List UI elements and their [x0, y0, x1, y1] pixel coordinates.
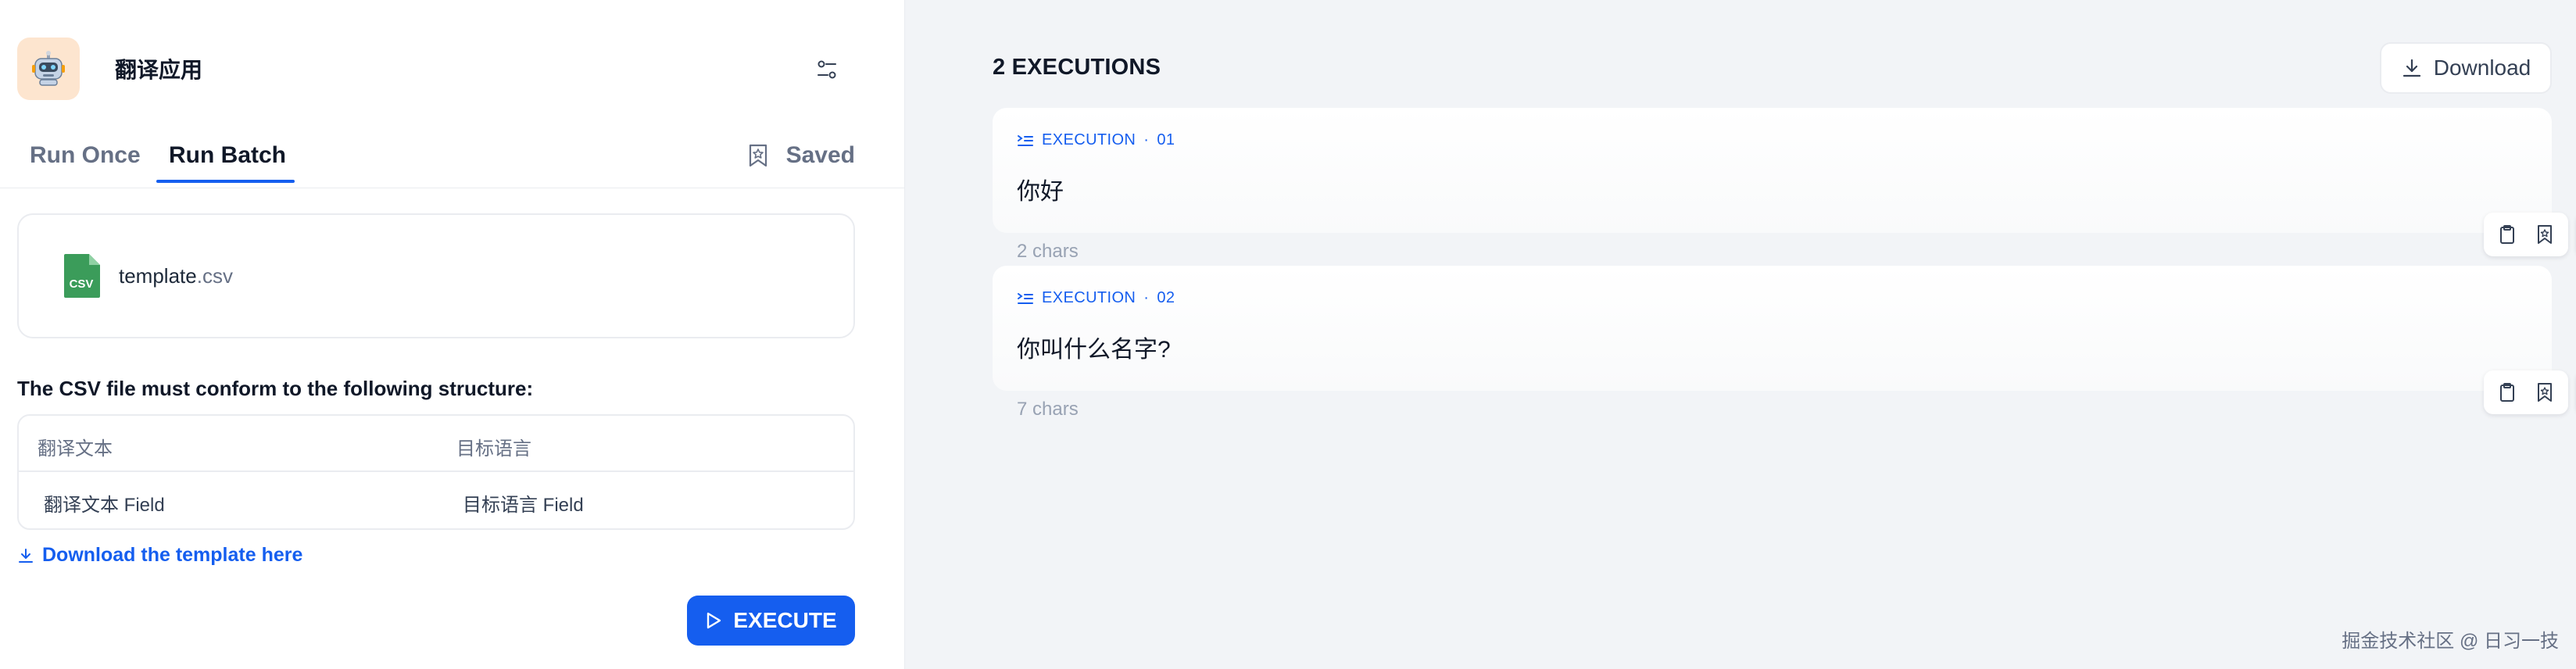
- execution-card: EXECUTION · 02 你叫什么名字?: [993, 266, 2552, 391]
- bookmark-star-icon: [749, 144, 767, 167]
- csv-structure-table: 翻译文本 目标语言 翻译文本 Field 目标语言 Field: [17, 414, 855, 530]
- file-base-name: template: [119, 263, 197, 288]
- execute-button[interactable]: EXECUTE: [687, 596, 855, 646]
- execution-label-text: EXECUTION: [1042, 289, 1136, 306]
- execution-separator: ·: [1143, 289, 1150, 306]
- left-panel: 翻译应用 Run Once Run Batch Saved CSV templa…: [0, 0, 905, 669]
- download-label: Download: [2433, 55, 2531, 80]
- execution-output: 你好: [1017, 179, 1064, 205]
- csv-file-icon: CSV: [64, 254, 100, 298]
- file-extension: .csv: [196, 263, 233, 288]
- text-align-icon: [1018, 134, 1033, 146]
- execution-label: EXECUTION · 01: [1017, 131, 1175, 149]
- download-icon: [19, 548, 33, 563]
- execution-output: 你叫什么名字?: [1017, 337, 1171, 363]
- saved-label: Saved: [785, 142, 855, 168]
- tab-run-batch[interactable]: Run Batch: [169, 142, 286, 169]
- execution-char-count: 2 chars: [1017, 241, 1079, 262]
- table-cell: 翻译文本 Field: [44, 495, 165, 516]
- table-cell: 目标语言 Field: [463, 495, 584, 516]
- download-icon: [2402, 59, 2420, 77]
- app-root: 翻译应用 Run Once Run Batch Saved CSV templa…: [0, 0, 2576, 669]
- download-template-link[interactable]: Download the template here: [17, 544, 302, 567]
- save-button[interactable]: [2526, 216, 2563, 253]
- execution-index: 02: [1157, 289, 1175, 306]
- execution-actions: [2484, 370, 2576, 414]
- text-align-icon: [1018, 292, 1033, 304]
- copy-button[interactable]: [2488, 374, 2526, 411]
- table-row: 翻译文本 Field 目标语言 Field: [19, 472, 853, 528]
- tab-run-once[interactable]: Run Once: [30, 142, 141, 169]
- execution-label: EXECUTION · 02: [1017, 289, 1175, 307]
- app-title: 翻译应用: [115, 58, 203, 82]
- active-tab-indicator: [156, 180, 295, 183]
- app-header: 翻译应用: [17, 37, 853, 101]
- table-header-row: 翻译文本 目标语言: [19, 416, 853, 472]
- execution-card: EXECUTION · 01 你好: [993, 108, 2552, 233]
- execution-separator: ·: [1143, 131, 1150, 148]
- copy-save-group: [2484, 213, 2568, 256]
- execute-label: EXECUTE: [733, 608, 837, 632]
- svg-text:CSV: CSV: [70, 277, 94, 291]
- bookmark-icon: [2538, 225, 2552, 244]
- clipboard-icon: [2500, 225, 2514, 244]
- results-panel: 2 EXECUTIONS Download EXECUTION · 01 你好 …: [905, 0, 2576, 669]
- download-template-label: Download the template here: [42, 544, 303, 566]
- execution-index: 01: [1157, 131, 1175, 148]
- copy-button[interactable]: [2488, 216, 2526, 253]
- executions-title: 2 EXECUTIONS: [993, 55, 1161, 80]
- sliders-icon: [818, 60, 836, 79]
- csv-structure-note: The CSV file must conform to the followi…: [17, 377, 534, 400]
- settings-sliders-button[interactable]: [811, 54, 843, 85]
- table-header-cell: 目标语言: [456, 438, 531, 460]
- run-mode-tabs: Run Once Run Batch Saved: [17, 131, 855, 189]
- uploaded-file-card[interactable]: CSV template.csv: [17, 213, 855, 338]
- table-header-cell: 翻译文本: [38, 438, 113, 460]
- execution-actions: [2484, 213, 2576, 256]
- execution-label-text: EXECUTION: [1042, 131, 1136, 148]
- save-button[interactable]: [2526, 374, 2563, 411]
- copy-save-group: [2484, 370, 2568, 414]
- saved-button[interactable]: Saved: [747, 142, 855, 169]
- download-results-button[interactable]: Download: [2380, 42, 2552, 94]
- robot-icon: [17, 38, 80, 100]
- watermark: 掘金技术社区 @ 日习一技: [2342, 631, 2559, 652]
- clipboard-icon: [2500, 383, 2514, 402]
- play-icon: [707, 612, 721, 629]
- file-name: template.csv: [119, 264, 233, 288]
- bookmark-icon: [2538, 383, 2552, 402]
- execution-char-count: 7 chars: [1017, 399, 1079, 420]
